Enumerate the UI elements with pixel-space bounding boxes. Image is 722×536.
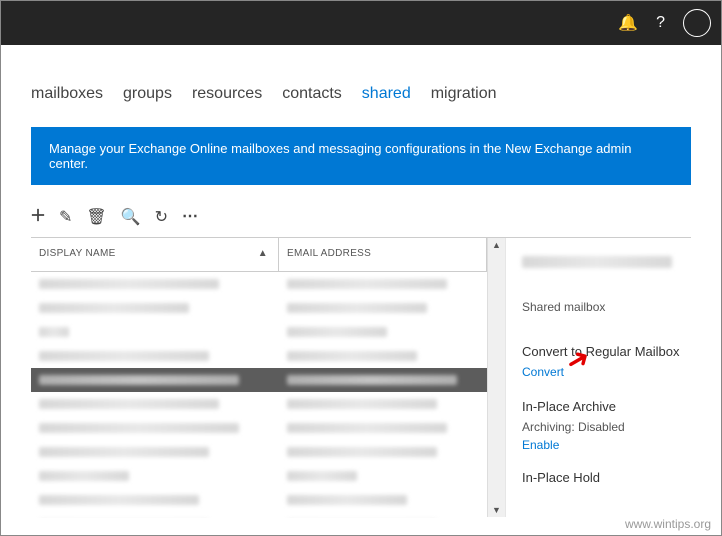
tab-resources[interactable]: resources bbox=[192, 85, 262, 103]
watermark: www.wintips.org bbox=[625, 517, 711, 531]
tab-contacts[interactable]: contacts bbox=[282, 85, 342, 103]
mailbox-list: DISPLAY NAME ▲ EMAIL ADDRESS bbox=[31, 238, 487, 517]
list-scrollbar[interactable]: ▲ ▼ bbox=[487, 238, 505, 517]
table-row[interactable] bbox=[31, 464, 487, 488]
scroll-up-icon[interactable]: ▲ bbox=[492, 240, 501, 250]
account-avatar[interactable] bbox=[683, 9, 711, 37]
recipients-tabs: mailboxes groups resources contacts shar… bbox=[31, 85, 691, 103]
notifications-icon[interactable]: 🔔 bbox=[618, 13, 638, 33]
convert-link[interactable]: Convert bbox=[522, 365, 564, 379]
list-body bbox=[31, 272, 487, 518]
help-icon[interactable]: ? bbox=[656, 14, 665, 32]
mailbox-type: Shared mailbox bbox=[522, 300, 683, 314]
hold-section-heading: In-Place Hold bbox=[522, 470, 683, 485]
add-icon[interactable] bbox=[31, 208, 45, 227]
edit-icon[interactable]: ✎ bbox=[59, 207, 72, 227]
archive-enable-link[interactable]: Enable bbox=[522, 438, 559, 452]
tab-groups[interactable]: groups bbox=[123, 85, 172, 103]
column-email-address[interactable]: EMAIL ADDRESS bbox=[279, 238, 487, 271]
table-row[interactable] bbox=[31, 512, 487, 518]
list-toolbar: ✎ 🗑 🔍 ↻ ⋯ bbox=[31, 207, 691, 227]
main-area: DISPLAY NAME ▲ EMAIL ADDRESS ▲ bbox=[31, 237, 691, 517]
table-row[interactable] bbox=[31, 272, 487, 296]
column-display-name[interactable]: DISPLAY NAME ▲ bbox=[31, 238, 279, 271]
table-row-selected[interactable] bbox=[31, 368, 487, 392]
tab-migration[interactable]: migration bbox=[431, 85, 497, 103]
refresh-icon[interactable]: ↻ bbox=[155, 207, 168, 227]
selected-mailbox-name bbox=[522, 256, 672, 268]
new-admin-center-banner[interactable]: Manage your Exchange Online mailboxes an… bbox=[31, 127, 691, 185]
table-row[interactable] bbox=[31, 392, 487, 416]
table-row[interactable] bbox=[31, 488, 487, 512]
table-row[interactable] bbox=[31, 344, 487, 368]
list-header: DISPLAY NAME ▲ EMAIL ADDRESS bbox=[31, 238, 487, 272]
table-row[interactable] bbox=[31, 320, 487, 344]
tab-shared[interactable]: shared bbox=[362, 85, 411, 103]
table-row[interactable] bbox=[31, 440, 487, 464]
more-icon[interactable]: ⋯ bbox=[182, 213, 199, 221]
tab-mailboxes[interactable]: mailboxes bbox=[31, 85, 103, 103]
archive-status: Archiving: Disabled bbox=[522, 420, 683, 434]
sort-asc-icon: ▲ bbox=[258, 248, 268, 259]
archive-section-heading: In-Place Archive bbox=[522, 399, 683, 414]
search-icon[interactable]: 🔍 bbox=[121, 207, 141, 227]
top-header-bar: 🔔 ? bbox=[1, 1, 721, 45]
banner-text: Manage your Exchange Online mailboxes an… bbox=[49, 141, 631, 171]
table-row[interactable] bbox=[31, 416, 487, 440]
scroll-down-icon[interactable]: ▼ bbox=[492, 505, 501, 515]
details-pane: Shared mailbox Convert to Regular Mailbo… bbox=[505, 238, 691, 517]
table-row[interactable] bbox=[31, 296, 487, 320]
convert-section-heading: Convert to Regular Mailbox bbox=[522, 344, 683, 359]
delete-icon[interactable]: 🗑 bbox=[86, 207, 106, 227]
